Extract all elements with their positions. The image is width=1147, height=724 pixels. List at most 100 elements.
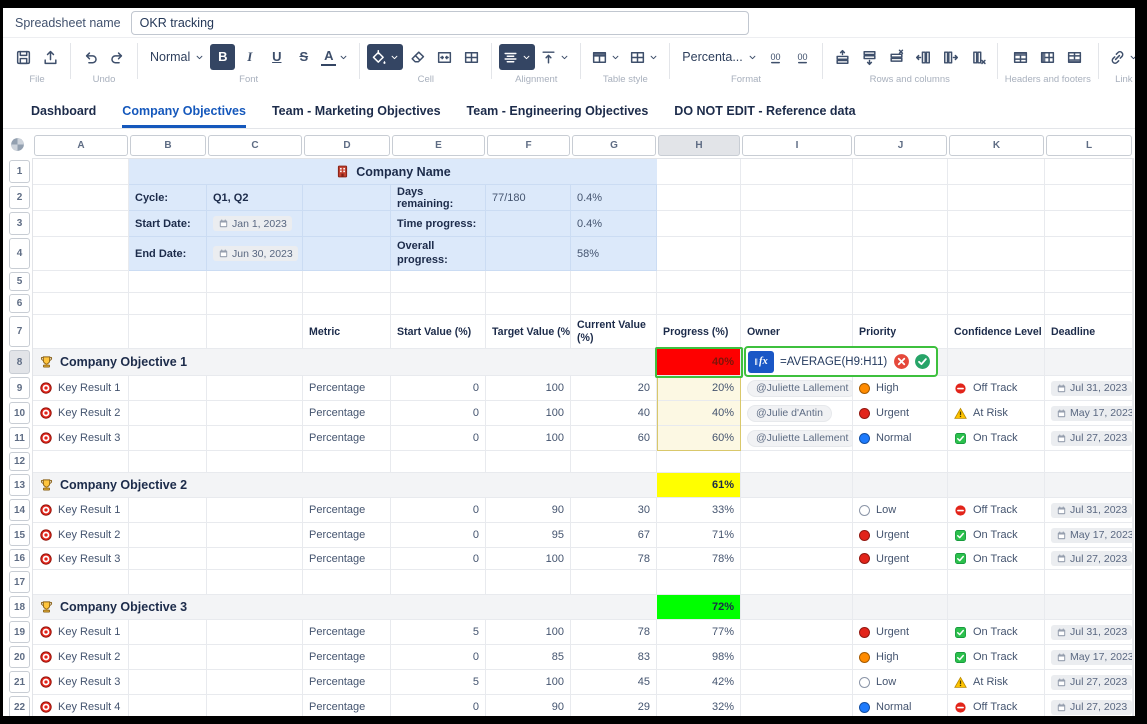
cell-L3[interactable] xyxy=(1045,211,1133,237)
column-header-L[interactable]: L xyxy=(1046,135,1132,156)
cell-H7[interactable]: Progress (%) xyxy=(657,315,741,349)
redo-button[interactable] xyxy=(105,44,130,70)
cell-J17[interactable] xyxy=(853,570,948,595)
cell-C12[interactable] xyxy=(207,451,303,473)
cell-B2[interactable]: Cycle: xyxy=(129,185,207,211)
cell-I12[interactable] xyxy=(741,451,853,473)
cell-G20[interactable]: 83 xyxy=(571,645,657,670)
cell-H3[interactable] xyxy=(657,211,741,237)
cell-F20[interactable]: 85 xyxy=(486,645,571,670)
cell-F2[interactable]: 77/180 xyxy=(486,185,571,211)
cell-B22[interactable] xyxy=(129,695,207,716)
cell-C4[interactable]: Jun 30, 2023 xyxy=(207,237,303,271)
cell-E14[interactable]: 0 xyxy=(391,498,486,523)
cell-H12[interactable] xyxy=(657,451,741,473)
cell-L15[interactable]: May 17, 2023 xyxy=(1045,523,1133,548)
row-header-15[interactable]: 15 xyxy=(9,524,30,546)
tab-team-marketing-objectives[interactable]: Team - Marketing Objectives xyxy=(272,95,441,128)
select-all-corner[interactable] xyxy=(10,137,25,152)
cell-I19[interactable] xyxy=(741,620,853,645)
cell-B20[interactable] xyxy=(129,645,207,670)
cell-I10[interactable]: @Julie d'Antin xyxy=(741,401,853,426)
paragraph-style-dropdown[interactable]: Normal xyxy=(145,44,208,70)
cell-J3[interactable] xyxy=(853,211,948,237)
cell-E16[interactable]: 0 xyxy=(391,548,486,570)
tab-do-not-edit-reference-data[interactable]: DO NOT EDIT - Reference data xyxy=(674,95,855,128)
cell-H18[interactable]: 72% xyxy=(657,595,741,620)
clear-formatting-button[interactable] xyxy=(405,44,430,70)
cell-B21[interactable] xyxy=(129,670,207,695)
cell-H14[interactable]: 33% xyxy=(657,498,741,523)
cell-D9[interactable]: Percentage xyxy=(303,376,391,401)
column-header-E[interactable]: E xyxy=(392,135,485,156)
decrease-decimal-button[interactable]: 00 xyxy=(763,44,788,70)
row-header-1[interactable]: 1 xyxy=(9,160,30,183)
cell-F17[interactable] xyxy=(486,570,571,595)
row-header-11[interactable]: 11 xyxy=(9,427,30,449)
cell-L11[interactable]: Jul 27, 2023 xyxy=(1045,426,1133,451)
cell-L14[interactable]: Jul 31, 2023 xyxy=(1045,498,1133,523)
cell-E4[interactable]: Overall progress: xyxy=(391,237,486,271)
cell-D12[interactable] xyxy=(303,451,391,473)
cell-C15[interactable] xyxy=(207,523,303,548)
cell-B3[interactable]: Start Date: xyxy=(129,211,207,237)
row-header-12[interactable]: 12 xyxy=(9,452,30,471)
cell-A9[interactable]: Key Result 1 xyxy=(33,376,129,401)
cell-I1[interactable] xyxy=(741,159,853,185)
cell-G9[interactable]: 20 xyxy=(571,376,657,401)
cell-L6[interactable] xyxy=(1045,293,1133,315)
cell-E6[interactable] xyxy=(391,293,486,315)
cell-H2[interactable] xyxy=(657,185,741,211)
cell-L12[interactable] xyxy=(1045,451,1133,473)
tab-company-objectives[interactable]: Company Objectives xyxy=(122,95,246,128)
cell-I14[interactable] xyxy=(741,498,853,523)
cell-B7[interactable] xyxy=(129,315,207,349)
row-header-4[interactable]: 4 xyxy=(9,238,30,269)
table-style-button[interactable] xyxy=(588,44,624,70)
cell-A21[interactable]: Key Result 3 xyxy=(33,670,129,695)
cell-C2[interactable]: Q1, Q2 xyxy=(207,185,303,211)
cell-B17[interactable] xyxy=(129,570,207,595)
row-header-20[interactable]: 20 xyxy=(9,646,30,668)
cell-D16[interactable]: Percentage xyxy=(303,548,391,570)
cell-E22[interactable]: 0 xyxy=(391,695,486,716)
cell-K19[interactable]: On Track xyxy=(948,620,1045,645)
cell-F19[interactable]: 100 xyxy=(486,620,571,645)
column-header-F[interactable]: F xyxy=(487,135,570,156)
cell-A10[interactable]: Key Result 2 xyxy=(33,401,129,426)
row-header-7[interactable]: 7 xyxy=(9,316,30,347)
formula-cancel-button[interactable] xyxy=(893,353,910,370)
row-header-9[interactable]: 9 xyxy=(9,377,30,399)
cell-L21[interactable]: Jul 27, 2023 xyxy=(1045,670,1133,695)
save-button[interactable] xyxy=(11,44,36,70)
undo-button[interactable] xyxy=(78,44,103,70)
cell-J10[interactable]: Urgent xyxy=(853,401,948,426)
cell-D6[interactable] xyxy=(303,293,391,315)
spreadsheet-name-input[interactable] xyxy=(131,11,749,35)
cell-E11[interactable]: 0 xyxy=(391,426,486,451)
formula-confirm-button[interactable] xyxy=(914,353,931,370)
cell-F15[interactable]: 95 xyxy=(486,523,571,548)
row-header-8[interactable]: 8 xyxy=(9,350,30,374)
cell-J4[interactable] xyxy=(853,237,948,271)
cell-C22[interactable] xyxy=(207,695,303,716)
cell-L16[interactable]: Jul 27, 2023 xyxy=(1045,548,1133,570)
cell-C3[interactable]: Jan 1, 2023 xyxy=(207,211,303,237)
row-header-6[interactable]: 6 xyxy=(9,294,30,313)
cell-L8[interactable] xyxy=(1045,349,1133,376)
strikethrough-button[interactable]: S xyxy=(291,44,316,70)
cell-G15[interactable]: 67 xyxy=(571,523,657,548)
cell-L1[interactable] xyxy=(1045,159,1133,185)
cell-C17[interactable] xyxy=(207,570,303,595)
cell-D3[interactable] xyxy=(303,211,391,237)
cell-D11[interactable]: Percentage xyxy=(303,426,391,451)
cell-B6[interactable] xyxy=(129,293,207,315)
cell-E21[interactable]: 5 xyxy=(391,670,486,695)
cell-J12[interactable] xyxy=(853,451,948,473)
column-header-J[interactable]: J xyxy=(854,135,947,156)
objective-title-cell[interactable]: Company Objective 1 xyxy=(33,349,657,376)
cell-C21[interactable] xyxy=(207,670,303,695)
row-header-17[interactable]: 17 xyxy=(9,571,30,593)
header-row-button[interactable] xyxy=(1008,44,1033,70)
cell-E20[interactable]: 0 xyxy=(391,645,486,670)
